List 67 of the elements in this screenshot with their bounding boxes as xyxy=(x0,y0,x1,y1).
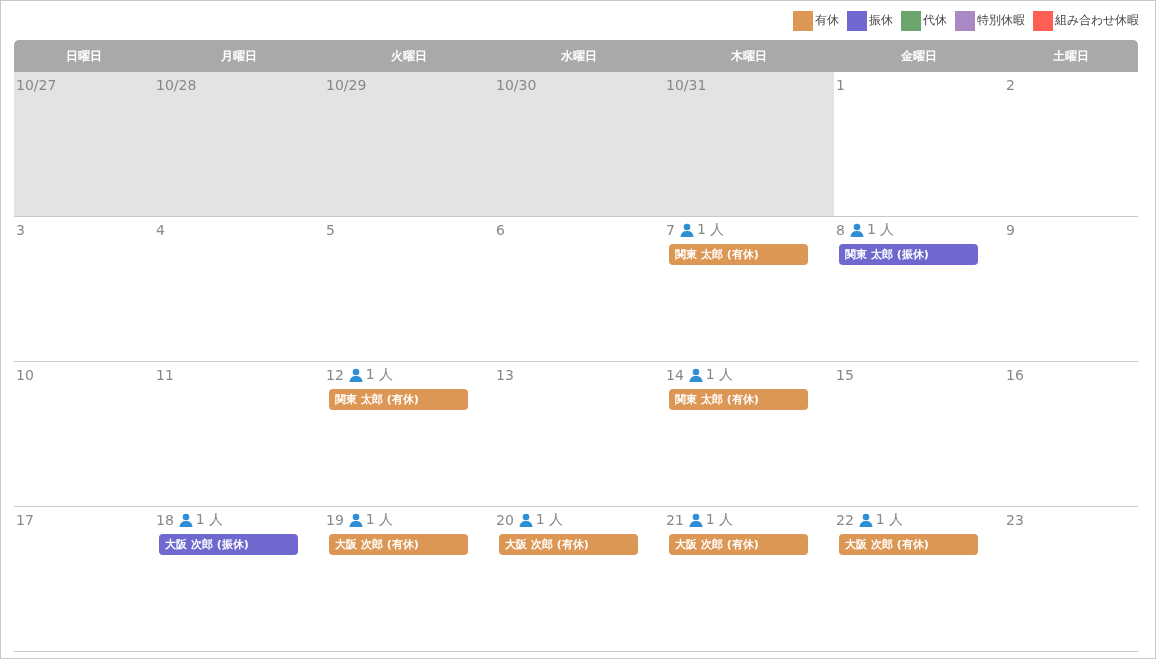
people-count: 1 人 xyxy=(705,366,734,384)
day-number: 10/30 xyxy=(496,77,537,93)
day-number: 3 xyxy=(16,222,25,238)
leave-event[interactable]: 大阪 次郎 (有休) xyxy=(499,534,638,555)
person-icon xyxy=(178,513,193,527)
legend-label: 代休 xyxy=(923,12,947,29)
leave-event[interactable]: 関東 太郎 (有休) xyxy=(669,389,808,410)
leave-event[interactable]: 大阪 次郎 (有休) xyxy=(329,534,468,555)
people-count: 1 人 xyxy=(365,366,394,384)
day-number: 13 xyxy=(496,367,514,383)
weekday-label: 水曜日 xyxy=(561,48,597,63)
day-number: 16 xyxy=(1006,367,1024,383)
legend-label: 組み合わせ休暇 xyxy=(1055,12,1139,29)
day-number: 12 xyxy=(326,367,344,383)
person-icon xyxy=(688,368,703,382)
person-icon xyxy=(348,368,363,382)
day-number: 10 xyxy=(16,367,34,383)
day-number: 10/31 xyxy=(666,77,707,93)
day-number: 6 xyxy=(496,222,505,238)
day-number: 4 xyxy=(156,222,165,238)
weekday-label: 木曜日 xyxy=(731,48,767,63)
day-number: 15 xyxy=(836,367,854,383)
day-number: 10/29 xyxy=(326,77,367,93)
person-icon xyxy=(348,513,363,527)
people-count: 1 人 xyxy=(866,221,895,239)
weekday-label: 日曜日 xyxy=(66,48,102,63)
day-number: 22 xyxy=(836,512,854,528)
day-number: 19 xyxy=(326,512,344,528)
day-number: 11 xyxy=(156,367,174,383)
legend-label: 振休 xyxy=(869,12,893,29)
day-number: 9 xyxy=(1006,222,1015,238)
weekday-label: 金曜日 xyxy=(901,48,937,63)
people-count: 1 人 xyxy=(875,511,904,529)
people-count: 1 人 xyxy=(705,511,734,529)
day-number: 18 xyxy=(156,512,174,528)
day-number: 20 xyxy=(496,512,514,528)
leave-event[interactable]: 大阪 次郎 (有休) xyxy=(839,534,978,555)
person-icon xyxy=(849,223,864,237)
legend-label: 特別休暇 xyxy=(977,12,1025,29)
people-count: 1 人 xyxy=(365,511,394,529)
person-icon xyxy=(679,223,694,237)
people-count: 1 人 xyxy=(195,511,224,529)
leave-event[interactable]: 関東 太郎 (振休) xyxy=(839,244,978,265)
day-number: 10/28 xyxy=(156,77,197,93)
day-number: 8 xyxy=(836,222,845,238)
day-number: 5 xyxy=(326,222,335,238)
day-number: 23 xyxy=(1006,512,1024,528)
weekday-label: 月曜日 xyxy=(221,48,257,63)
leave-event[interactable]: 関東 太郎 (有休) xyxy=(329,389,468,410)
people-count: 1 人 xyxy=(535,511,564,529)
day-number: 1 xyxy=(836,77,845,93)
day-number: 7 xyxy=(666,222,675,238)
day-number: 10/27 xyxy=(16,77,57,93)
day-number: 14 xyxy=(666,367,684,383)
legend-label: 有休 xyxy=(815,12,839,29)
leave-event[interactable]: 関東 太郎 (有休) xyxy=(669,244,808,265)
person-icon xyxy=(858,513,873,527)
person-icon xyxy=(518,513,533,527)
leave-event[interactable]: 大阪 次郎 (振休) xyxy=(159,534,298,555)
weekday-label: 土曜日 xyxy=(1053,48,1089,63)
day-number: 2 xyxy=(1006,77,1015,93)
person-icon xyxy=(688,513,703,527)
day-number: 21 xyxy=(666,512,684,528)
weekday-label: 火曜日 xyxy=(391,48,427,63)
people-count: 1 人 xyxy=(696,221,725,239)
leave-event[interactable]: 大阪 次郎 (有休) xyxy=(669,534,808,555)
day-number: 17 xyxy=(16,512,34,528)
